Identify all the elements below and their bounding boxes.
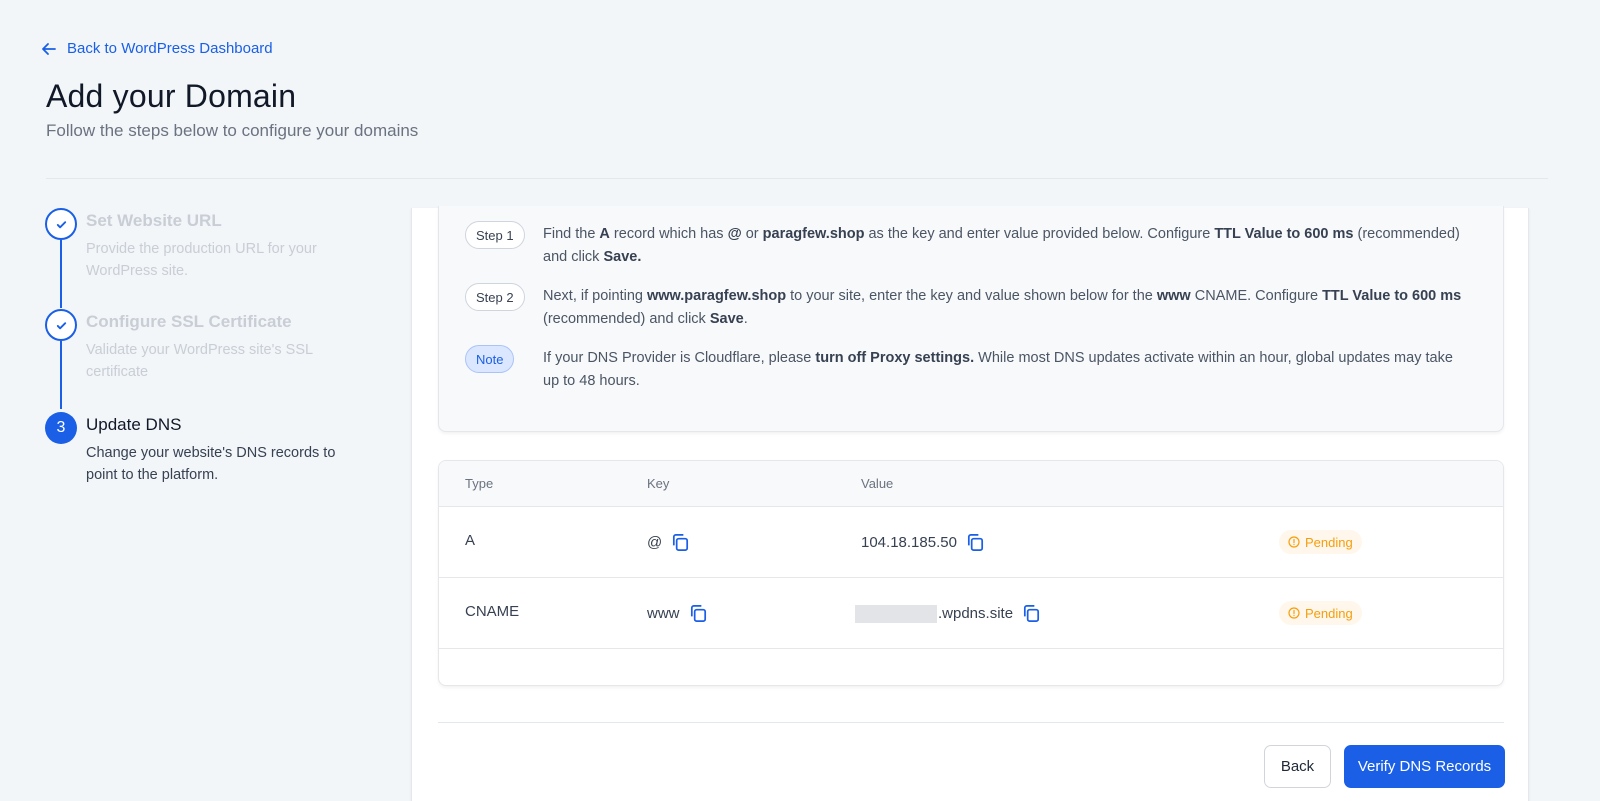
status-text: Pending [1305,605,1353,621]
table-row: CNAME www .wpdns.site Pending [439,578,1503,649]
status-badge: Pending [1279,530,1362,554]
step-title: Configure SSL Certificate [86,312,292,331]
record-key-text: @ [647,534,663,551]
record-value: .wpdns.site [855,603,1042,624]
record-value-text: 104.18.185.50 [861,534,957,551]
step-connector [60,240,62,308]
footer-divider [438,722,1504,723]
record-value-text: .wpdns.site [938,605,1014,622]
redacted-subdomain [855,604,937,623]
dns-instructions-card: Step 1 Find the A record which has @ or … [438,206,1504,432]
step-number-indicator: 3 [45,412,77,444]
back-to-dashboard-link[interactable]: Back to WordPress Dashboard [41,40,273,57]
record-value-text-wrap: .wpdns.site [855,604,1014,623]
arrow-left-icon [42,42,56,55]
verify-dns-records-button[interactable]: Verify DNS Records [1344,745,1505,788]
note-text: If your DNS Provider is Cloudflare, plea… [543,350,1453,389]
status-text: Pending [1305,534,1353,550]
step-description: Validate your WordPress site's SSL certi… [86,342,313,380]
checkmark-icon [56,321,66,329]
step-2-text: Next, if pointing www.paragfew.shop to y… [543,288,1462,327]
record-key-text: www [647,605,680,622]
step-connector [60,341,62,409]
info-circle-icon [1288,607,1300,619]
checkmark-icon [56,220,66,228]
step-title: Set Website URL [86,211,222,230]
column-header-key: Key [647,476,670,491]
copy-icon[interactable] [688,603,709,624]
record-key: @ [647,532,691,553]
note-badge: Note [465,345,515,373]
record-type-text: CNAME [465,603,520,620]
header-divider [46,178,1548,179]
column-header-type: Type [465,476,494,491]
back-link-label: Back to WordPress Dashboard [67,40,273,57]
record-value: 104.18.185.50 [861,532,986,553]
table-row: A @ 104.18.185.50 Pending [439,507,1503,578]
step-complete-indicator [45,208,77,240]
step-complete-indicator [45,309,77,341]
dns-panel: Step 1 Find the A record which has @ or … [411,206,1529,801]
step-title: Update DNS [86,415,182,434]
record-type: CNAME [465,603,519,620]
record-key: www [647,603,709,624]
dns-records-table: Type Key Value A @ 104.18.185.50 Pending… [438,460,1504,686]
step-description: Change your website's DNS records to poi… [86,445,336,483]
step-1-text: Find the A record which has @ or paragfe… [543,226,1460,265]
table-header: Type Key Value [439,461,1503,507]
column-header-value: Value [861,476,894,491]
copy-icon[interactable] [965,532,986,553]
step-description: Provide the production URL for your Word… [86,241,317,279]
back-button[interactable]: Back [1264,745,1331,788]
step-2-badge: Step 2 [465,283,525,311]
info-circle-icon [1288,536,1300,548]
status-badge: Pending [1279,601,1362,625]
page-subtitle: Follow the steps below to configure your… [46,121,419,140]
record-type: A [465,532,475,549]
step-1-badge: Step 1 [465,221,525,249]
page-title: Add your Domain [46,78,297,114]
copy-icon[interactable] [670,532,691,553]
copy-icon[interactable] [1021,603,1042,624]
record-type-text: A [465,532,476,549]
